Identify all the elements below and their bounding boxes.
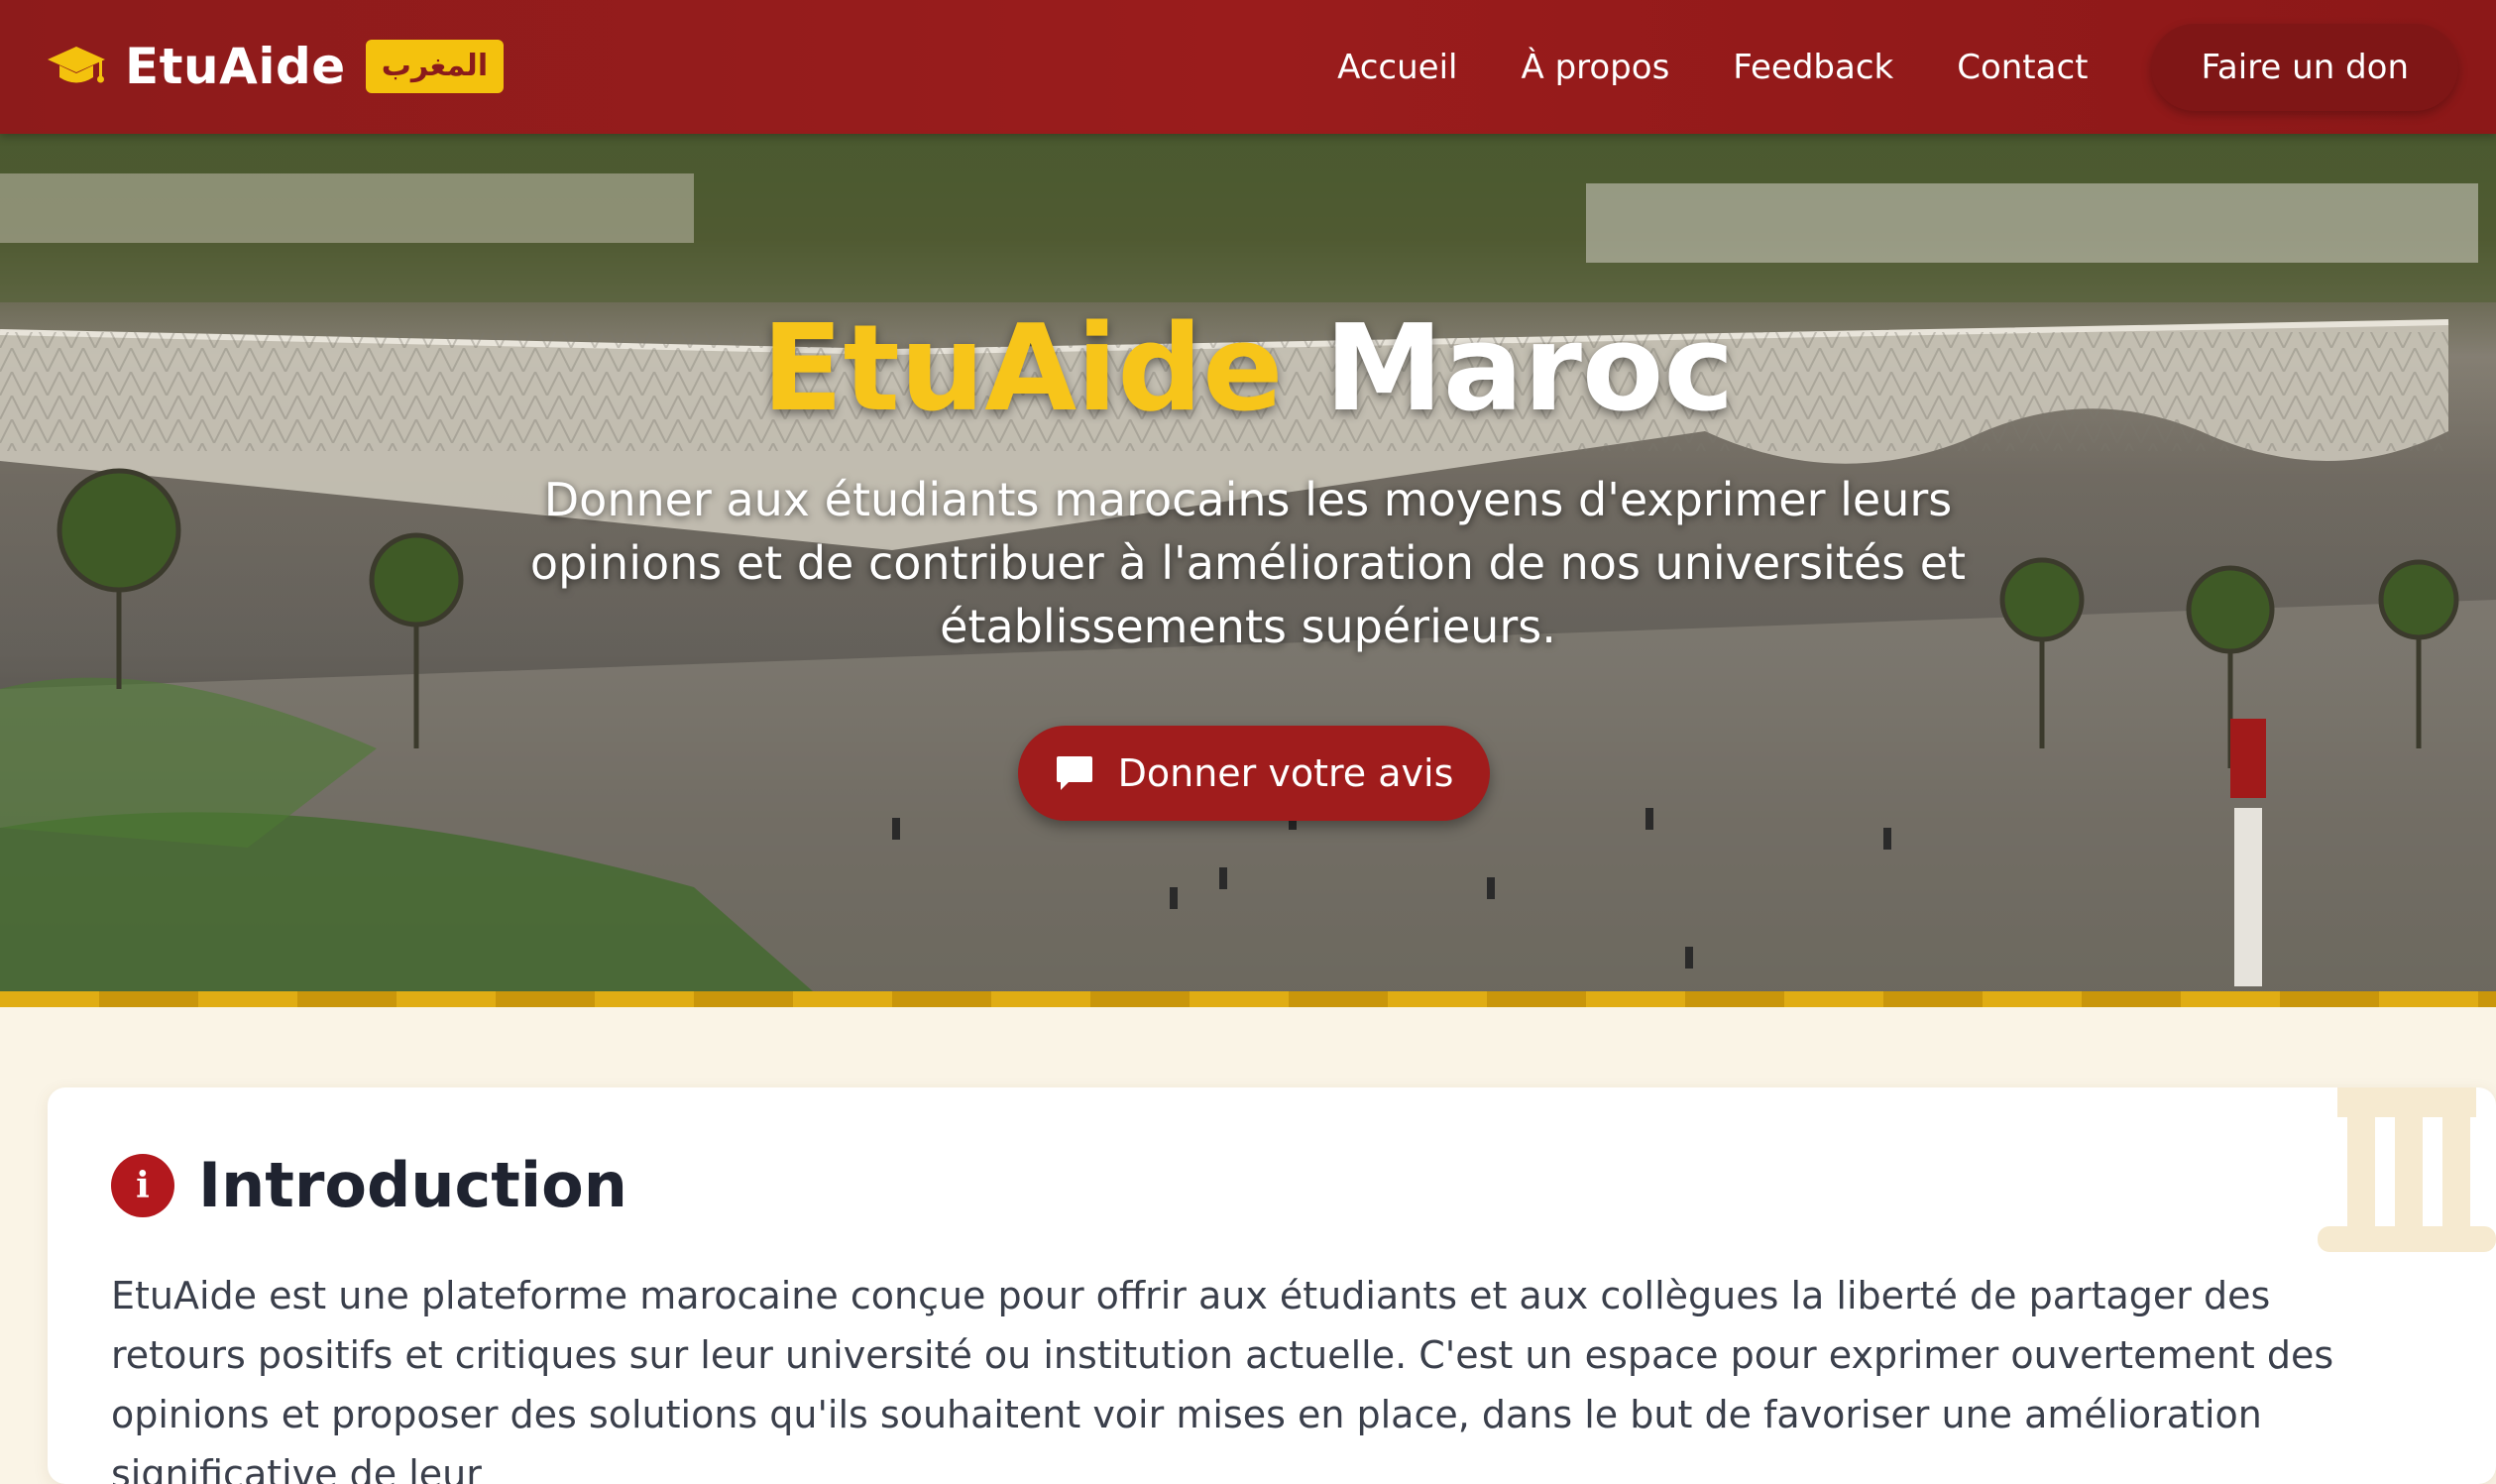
brand-badge: المغرب (365, 40, 505, 93)
give-feedback-label: Donner votre avis (1117, 751, 1454, 795)
top-navbar: EtuAide المغرب Accueil À propos Feedback… (0, 0, 2496, 134)
chat-bubble-icon (1056, 756, 1092, 790)
hero-title-brand: EtuAide (761, 300, 1284, 438)
nav-menu: Accueil À propos Feedback Contact Faire … (1274, 24, 2458, 111)
introduction-title: Introduction (198, 1149, 627, 1221)
introduction-text: EtuAide est une plateforme marocaine con… (111, 1274, 2334, 1484)
brand-logo[interactable]: EtuAide المغرب (46, 36, 505, 97)
brand-name: EtuAide (125, 38, 346, 95)
nav-link-contact[interactable]: Contact (1957, 48, 2088, 87)
info-icon: i (111, 1153, 174, 1217)
introduction-header: i Introduction (111, 1149, 627, 1221)
hero-title: EtuAide Maroc (0, 305, 2496, 434)
nav-link-accueil[interactable]: Accueil (1337, 48, 1457, 87)
give-feedback-button[interactable]: Donner votre avis (1018, 726, 1490, 821)
hero-title-country: Maroc (1324, 300, 1735, 438)
nav-link-a-propos[interactable]: À propos (1522, 48, 1670, 87)
graduation-cap-icon (48, 47, 105, 83)
hero-section: EtuAide Maroc Donner aux étudiants maroc… (0, 134, 2496, 991)
hero-bottom-border (0, 991, 2496, 1007)
nav-link-feedback[interactable]: Feedback (1733, 48, 1893, 87)
building-columns-icon (2318, 1087, 2496, 1252)
introduction-card: i Introduction EtuAide est une plateform… (48, 1087, 2496, 1484)
hero-subtitle: Donner aux étudiants marocains les moyen… (529, 473, 1967, 653)
donate-button[interactable]: Faire un don (2151, 24, 2458, 111)
